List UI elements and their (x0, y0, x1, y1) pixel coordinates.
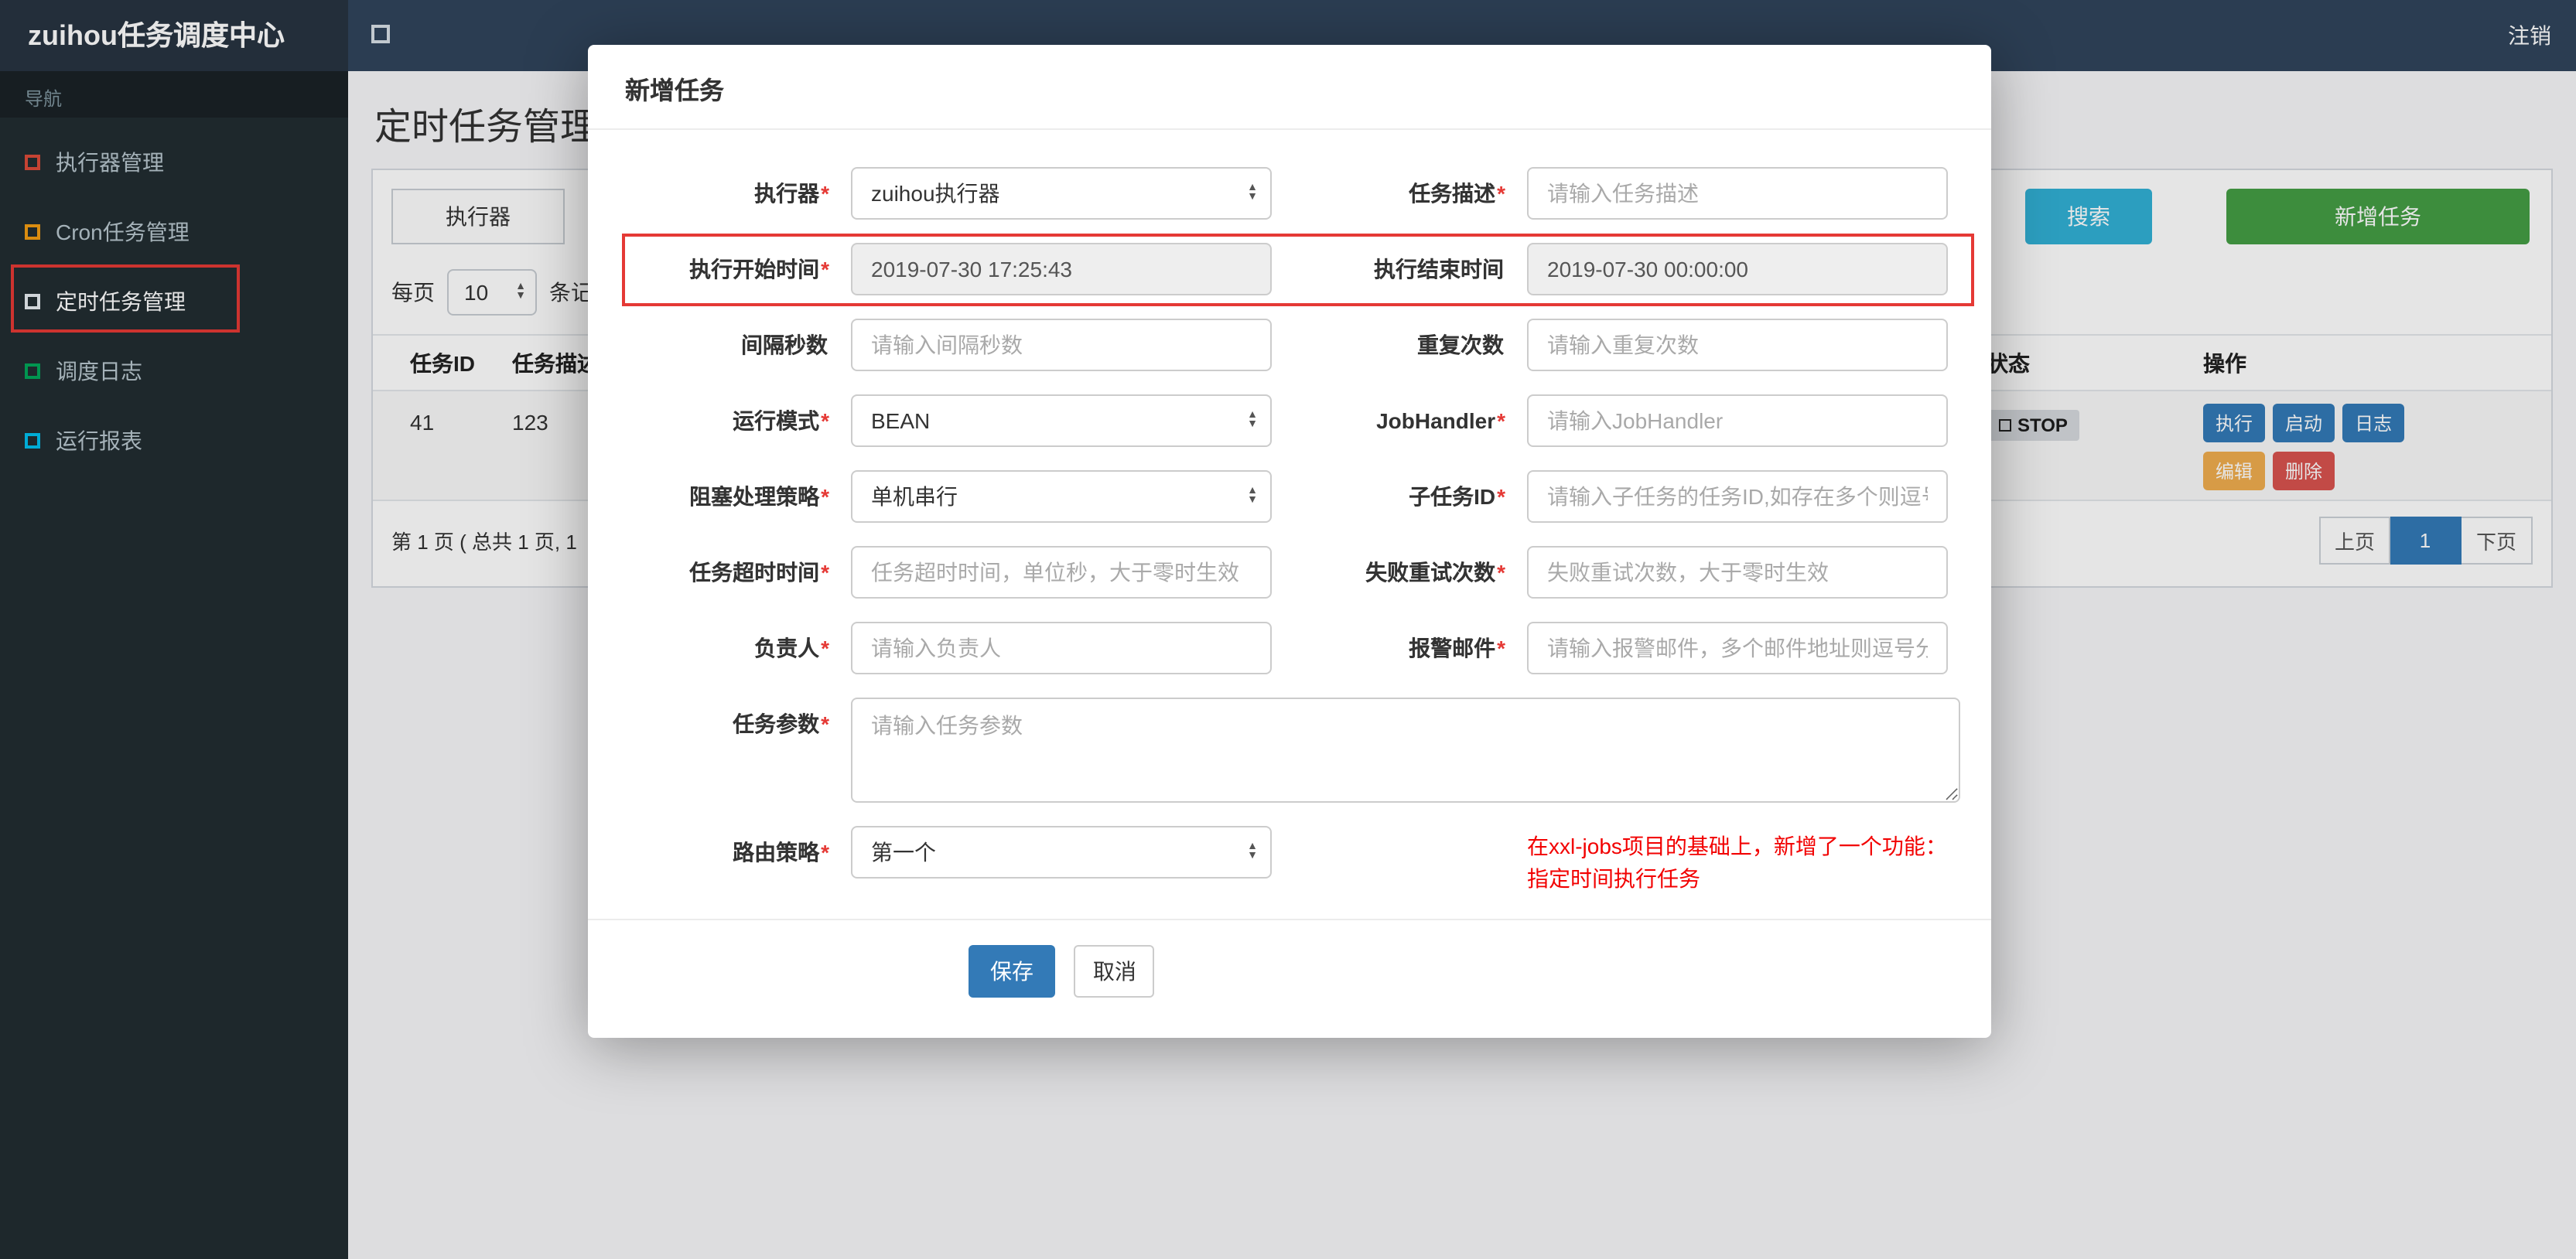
executor-select-value: zuihou执行器 (871, 181, 1000, 206)
jobhandler-input[interactable] (1527, 394, 1948, 447)
executor-select[interactable]: zuihou执行器 ▲ ▼ (851, 167, 1272, 220)
job-desc-label: 任务描述 * (1409, 181, 1505, 206)
form-row-timeout: 任务超时时间* 失败重试次数* (634, 546, 1960, 599)
child-job-input[interactable] (1527, 470, 1948, 523)
interval-label: 间隔秒数 (741, 333, 828, 357)
form-row-job-params: 任务参数 * (634, 698, 1960, 803)
end-time-label: 执行结束时间 (1374, 257, 1504, 281)
form-row-block-strategy: 阻塞处理策略 * 单机串行 ▲ ▼ 子任务ID * (634, 470, 1960, 523)
jobhandler-label: JobHandler * (1376, 408, 1505, 433)
modal-body: 执行器* zuihou执行器 ▲▼ 任务描述* 执行开始时间* 执行结束时间 间… (588, 130, 1991, 896)
select-arrows-icon: ▲ ▼ (1247, 486, 1258, 506)
owner-input[interactable] (851, 622, 1272, 674)
interval-input[interactable] (851, 319, 1272, 371)
form-row-run-mode: 运行模式 * BEAN ▲ ▼ JobHandler * (634, 394, 1960, 447)
block-strategy-label: 阻塞处理策略 * (689, 484, 829, 509)
run-mode-select-value: BEAN (871, 408, 931, 433)
retry-count-input[interactable] (1527, 546, 1948, 599)
route-strategy-select[interactable]: 第一个 ▲ ▼ (851, 826, 1272, 879)
repeat-count-label: 重复次数 (1417, 333, 1504, 357)
alarm-email-input[interactable] (1527, 622, 1948, 674)
timeout-input[interactable] (851, 546, 1272, 599)
job-desc-input[interactable] (1527, 167, 1948, 220)
start-time-label: 执行开始时间 * (689, 257, 829, 281)
child-job-label: 子任务ID * (1409, 484, 1505, 509)
feature-note-line: 在xxl-jobs项目的基础上，新增了一个功能： (1527, 834, 1947, 858)
timeout-label: 任务超时时间 * (689, 560, 829, 585)
feature-note-line: 指定时间执行任务 (1527, 866, 1700, 891)
alarm-email-label: 报警邮件 * (1409, 636, 1505, 660)
save-button[interactable]: 保存 (969, 945, 1055, 998)
job-params-label: 任务参数 * (733, 711, 829, 736)
job-params-textarea[interactable] (851, 698, 1960, 803)
modal-footer: 保存 取消 (588, 919, 1991, 1038)
form-row-route-strategy: 路由策略 * 第一个 ▲ ▼ 在xxl-jobs项目的基础上，新增了一个功能： 指定… (634, 826, 1960, 896)
select-arrows-icon: ▲ ▼ (1247, 410, 1258, 430)
modal-title: 新增任务 (625, 79, 725, 105)
feature-note: 在xxl-jobs项目的基础上，新增了一个功能： 指定时间执行任务 (1527, 826, 1960, 896)
run-mode-select[interactable]: BEAN ▲ ▼ (851, 394, 1272, 447)
select-arrows-icon: ▲ ▼ (1247, 183, 1258, 203)
cancel-button[interactable]: 取消 (1074, 945, 1155, 998)
repeat-count-input[interactable] (1527, 319, 1948, 371)
block-strategy-select[interactable]: 单机串行 ▲ ▼ (851, 470, 1272, 523)
form-row-interval: 间隔秒数 重复次数 (634, 319, 1960, 371)
add-job-modal: 新增任务 执行器* zuihou执行器 ▲▼ 任务描述* 执行开始时间* 执行结… (588, 45, 1991, 1038)
executor-label: 执行器 * (754, 181, 829, 206)
start-time-input[interactable] (851, 243, 1272, 295)
form-row-executor: 执行器 * zuihou执行器 ▲ ▼ 任务描述 * (634, 167, 1960, 220)
form-row-exec-time: 执行开始时间* 执行结束时间 (622, 234, 1974, 306)
route-strategy-select-value: 第一个 (871, 840, 936, 865)
block-strategy-select-value: 单机串行 (871, 484, 958, 509)
app-root: zuihou任务调度中心 注销 导航 执行器管理 Cron任务管理 定时任务管理 (0, 0, 2576, 1259)
end-time-input[interactable] (1527, 243, 1948, 295)
select-arrows-icon: ▲ ▼ (1247, 841, 1258, 862)
modal-header: 新增任务 (588, 45, 1991, 130)
owner-label: 负责人 * (754, 636, 829, 660)
route-strategy-label: 路由策略 * (733, 840, 829, 865)
form-row-owner: 负责人* 报警邮件* (634, 622, 1960, 674)
retry-count-label: 失败重试次数 * (1365, 560, 1505, 585)
run-mode-label: 运行模式 * (733, 408, 829, 433)
